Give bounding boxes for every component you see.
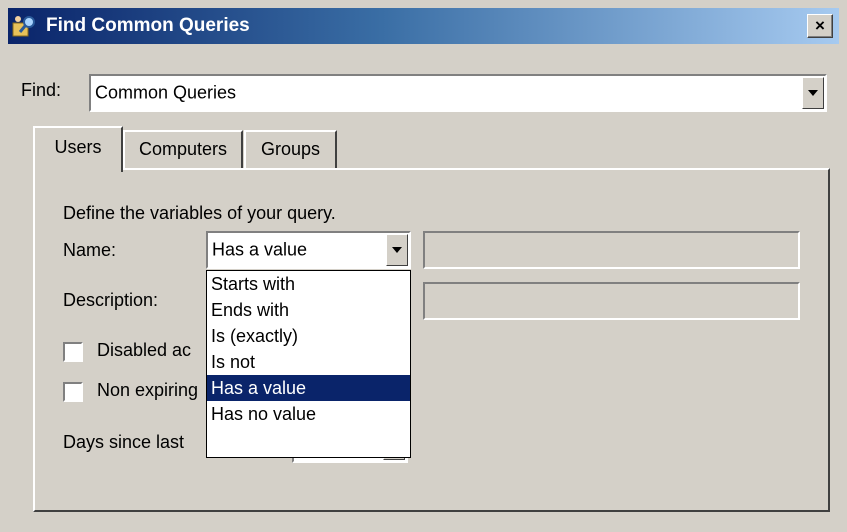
chevron-down-icon[interactable] <box>386 234 408 266</box>
days-since-label: Days since last <box>63 432 185 452</box>
option-is-not[interactable]: Is not <box>207 349 410 375</box>
description-value-input[interactable] <box>423 282 800 320</box>
tab-groups[interactable]: Groups <box>244 130 337 168</box>
chevron-down-icon[interactable] <box>802 77 824 109</box>
tab-users-label: Users <box>54 137 102 157</box>
name-label: Name: <box>63 240 117 260</box>
title-bar[interactable]: Find Common Queries × <box>8 8 839 44</box>
option-has-a-value[interactable]: Has a value <box>207 375 410 401</box>
disabled-accounts-checkbox[interactable] <box>63 342 83 362</box>
find-select[interactable]: Common Queries <box>89 74 827 112</box>
query-instruction: Define the variables of your query. <box>63 203 336 223</box>
find-people-icon <box>12 16 35 37</box>
find-dialog: Find Common Queries × Find: Common Queri… <box>0 0 847 532</box>
tab-users[interactable]: Users <box>33 126 123 172</box>
name-condition-value: Has a value <box>212 239 308 260</box>
tab-computers[interactable]: Computers <box>123 130 243 168</box>
non-expiring-checkbox[interactable] <box>63 382 83 402</box>
name-value-input[interactable] <box>423 231 800 269</box>
tab-computers-label: Computers <box>138 139 228 159</box>
option-is-exactly[interactable]: Is (exactly) <box>207 323 410 349</box>
name-condition-select[interactable]: Has a value <box>206 231 411 269</box>
find-label: Find: <box>21 80 62 100</box>
option-has-no-value[interactable]: Has no value <box>207 401 410 427</box>
option-ends-with[interactable]: Ends with <box>207 297 410 323</box>
description-label: Description: <box>63 290 159 310</box>
window-title: Find Common Queries <box>46 15 250 36</box>
name-condition-dropdown-list[interactable]: Starts with Ends with Is (exactly) Is no… <box>206 270 411 458</box>
disabled-accounts-label: Disabled ac <box>97 340 192 360</box>
non-expiring-label: Non expiring <box>97 380 199 400</box>
close-button[interactable]: × <box>807 14 833 38</box>
option-starts-with[interactable]: Starts with <box>207 271 410 297</box>
close-icon: × <box>815 16 825 35</box>
tab-groups-label: Groups <box>260 139 321 159</box>
find-select-value: Common Queries <box>95 82 237 103</box>
